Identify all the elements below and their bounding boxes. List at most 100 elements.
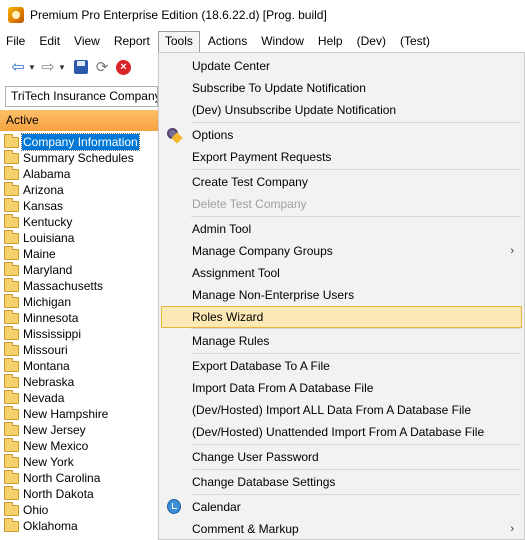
forward-dropdown-arrow-icon[interactable]: ▼ [58, 59, 66, 75]
dropdown-arrow-icon[interactable]: ▼ [28, 59, 36, 75]
folder-icon [4, 485, 19, 500]
tree-item-label: Ohio [23, 503, 49, 517]
tree-item-nevada[interactable]: Nevada [0, 389, 158, 406]
menu-dev[interactable]: (Dev) [351, 31, 392, 52]
folder-icon [4, 453, 19, 468]
folder-icon [4, 421, 19, 436]
tree-item-north-carolina[interactable]: North Carolina [0, 469, 158, 486]
tree-item-company-information[interactable]: Company Information [0, 133, 158, 151]
tree-item-kentucky[interactable]: Kentucky [0, 213, 158, 230]
refresh-icon[interactable]: ⟳ [94, 59, 110, 76]
menu-item-import-data-from-a-database-file[interactable]: Import Data From A Database File [161, 377, 522, 399]
menu-help[interactable]: Help [312, 31, 349, 52]
tree-item-label: Mississippi [23, 327, 82, 341]
menu-separator [191, 169, 521, 170]
tree-item-new-mexico[interactable]: New Mexico [0, 437, 158, 454]
save-icon[interactable] [74, 60, 88, 74]
tree-item-alabama[interactable]: Alabama [0, 165, 158, 182]
menu-test[interactable]: (Test) [394, 31, 436, 52]
tree-item-label: Massachusetts [23, 279, 104, 293]
menu-item-label: Comment & Markup [192, 522, 299, 536]
tree-item-maryland[interactable]: Maryland [0, 261, 158, 278]
menu-item-label: Update Center [192, 59, 271, 73]
menu-actions[interactable]: Actions [202, 31, 253, 52]
tree-item-maine[interactable]: Maine [0, 245, 158, 262]
menu-item-delete-test-company: Delete Test Company [161, 193, 522, 215]
title-bar: Premium Pro Enterprise Edition (18.6.22.… [0, 0, 525, 30]
company-select[interactable]: TriTech Insurance Company [5, 86, 158, 107]
stop-icon[interactable]: × [116, 59, 131, 75]
window-title: Premium Pro Enterprise Edition (18.6.22.… [30, 8, 327, 22]
tree-item-summary-schedules[interactable]: Summary Schedules [0, 149, 158, 166]
tree-item-kansas[interactable]: Kansas [0, 197, 158, 214]
tree-item-label: New York [23, 455, 74, 469]
menu-item-dev-hosted-unattended-import-from-a-database-file[interactable]: (Dev/Hosted) Unattended Import From A Da… [161, 421, 522, 443]
tree-item-montana[interactable]: Montana [0, 357, 158, 374]
menu-item-label: Import Data From A Database File [192, 381, 374, 395]
tree-item-north-dakota[interactable]: North Dakota [0, 485, 158, 502]
menu-item-label: (Dev) Unsubscribe Update Notification [192, 103, 397, 117]
menu-separator [191, 494, 521, 495]
menu-item-label: Create Test Company [192, 175, 308, 189]
menu-item-export-database-to-a-file[interactable]: Export Database To A File [161, 355, 522, 377]
menu-item-comment-markup[interactable]: Comment & Markup › [161, 518, 522, 540]
menu-item-change-database-settings[interactable]: Change Database Settings [161, 471, 522, 493]
forward-arrow-icon[interactable]: ⇨ [40, 59, 56, 76]
options-icon [167, 128, 183, 144]
back-arrow-icon[interactable]: ⇦ [10, 59, 26, 76]
menu-file[interactable]: File [0, 31, 31, 52]
folder-icon [4, 261, 19, 276]
app-logo-icon [8, 7, 24, 23]
menu-item-label: Manage Non-Enterprise Users [192, 288, 355, 302]
menu-item-export-payment-requests[interactable]: Export Payment Requests [161, 146, 522, 168]
menu-item-assignment-tool[interactable]: Assignment Tool [161, 262, 522, 284]
tree-item-label: Missouri [23, 343, 68, 357]
company-tree: Company Information Summary Schedules Alab… [0, 133, 158, 534]
menu-item-label: Export Payment Requests [192, 150, 332, 164]
menu-tools[interactable]: Tools [157, 31, 200, 52]
menu-window[interactable]: Window [255, 31, 310, 52]
tree-item-massachusetts[interactable]: Massachusetts [0, 277, 158, 294]
menu-item-manage-non-enterprise-users[interactable]: Manage Non-Enterprise Users [161, 284, 522, 306]
tree-item-mississippi[interactable]: Mississippi [0, 325, 158, 342]
tree-item-label: Oklahoma [23, 519, 78, 533]
tree-item-oklahoma[interactable]: Oklahoma [0, 517, 158, 534]
menu-item-change-user-password[interactable]: Change User Password [161, 446, 522, 468]
menu-item-calendar[interactable]: Calendar [161, 496, 522, 518]
menu-item-dev-hosted-import-all-data-from-a-database-file[interactable]: (Dev/Hosted) Import ALL Data From A Data… [161, 399, 522, 421]
tree-item-ohio[interactable]: Ohio [0, 501, 158, 518]
tree-item-missouri[interactable]: Missouri [0, 341, 158, 358]
folder-icon [4, 325, 19, 340]
tree-item-new-jersey[interactable]: New Jersey [0, 421, 158, 438]
menu-item-label: Roles Wizard [192, 310, 264, 324]
menu-item-update-center[interactable]: Update Center [161, 55, 522, 77]
menu-item-label: Calendar [192, 500, 241, 514]
tree-item-new-york[interactable]: New York [0, 453, 158, 470]
menu-edit[interactable]: Edit [33, 31, 66, 52]
menu-item-label: Manage Rules [192, 334, 270, 348]
menu-item-roles-wizard[interactable]: Roles Wizard [161, 306, 522, 328]
menu-item-manage-rules[interactable]: Manage Rules [161, 330, 522, 352]
tree-item-label: Arizona [23, 183, 64, 197]
menu-item-manage-company-groups[interactable]: Manage Company Groups › [161, 240, 522, 262]
menu-item-create-test-company[interactable]: Create Test Company [161, 171, 522, 193]
menu-item-subscribe-to-update-notification[interactable]: Subscribe To Update Notification [161, 77, 522, 99]
tree-item-louisiana[interactable]: Louisiana [0, 229, 158, 246]
chevron-right-icon: › [510, 523, 514, 535]
menu-item-label: (Dev/Hosted) Unattended Import From A Da… [192, 425, 485, 439]
menu-item-dev-unsubscribe-update-notification[interactable]: (Dev) Unsubscribe Update Notification [161, 99, 522, 121]
tree-item-arizona[interactable]: Arizona [0, 181, 158, 198]
tree-item-label: New Jersey [23, 423, 86, 437]
menu-separator [191, 328, 521, 329]
menu-report[interactable]: Report [108, 31, 156, 52]
folder-icon [4, 165, 19, 180]
menu-item-options[interactable]: Options [161, 124, 522, 146]
tree-item-minnesota[interactable]: Minnesota [0, 309, 158, 326]
tree-item-label: Summary Schedules [23, 151, 134, 165]
tree-item-new-hampshire[interactable]: New Hampshire [0, 405, 158, 422]
menu-item-admin-tool[interactable]: Admin Tool [161, 218, 522, 240]
tree-item-nebraska[interactable]: Nebraska [0, 373, 158, 390]
menu-item-label: Change Database Settings [192, 475, 336, 489]
tree-item-michigan[interactable]: Michigan [0, 293, 158, 310]
menu-view[interactable]: View [68, 31, 106, 52]
